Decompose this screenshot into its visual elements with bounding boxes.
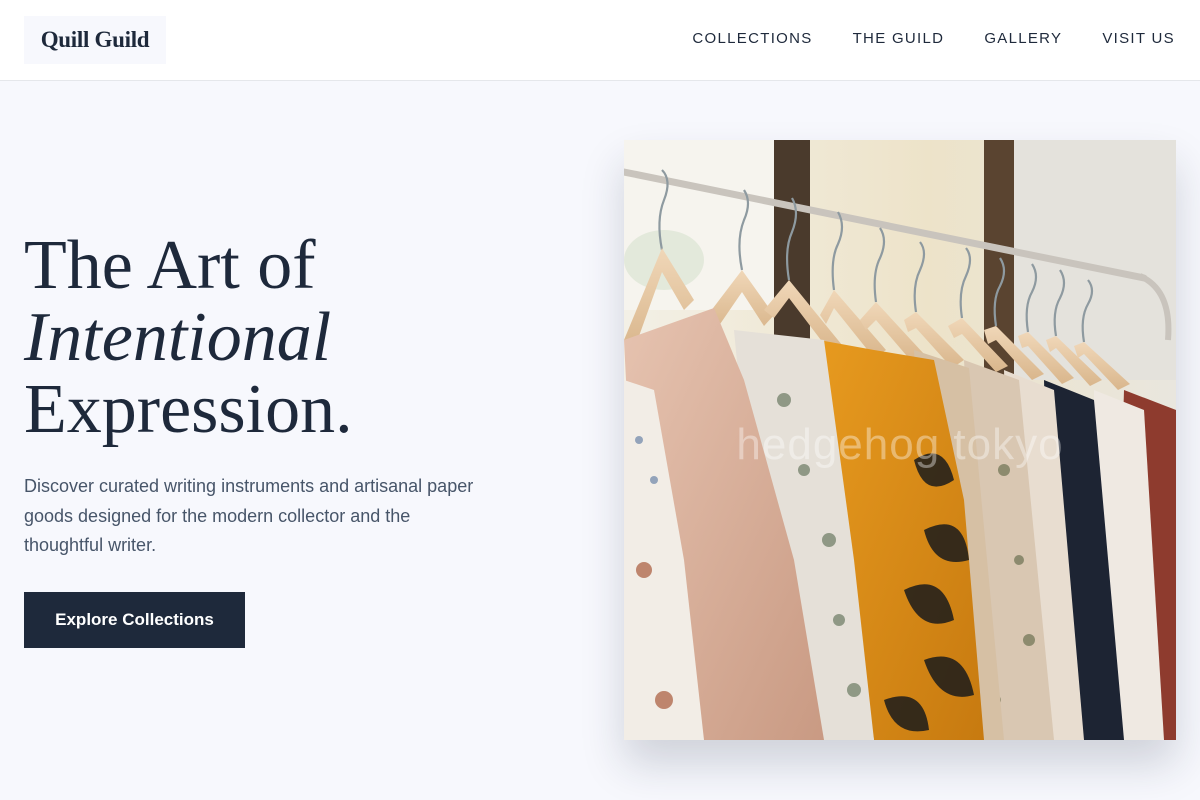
hero-title-line-1: The Art of — [24, 227, 316, 304]
hero-title: The Art of Intentional Expression. — [24, 230, 353, 446]
site-header: Quill Guild COLLECTIONS THE GUILD GALLER… — [0, 0, 1200, 81]
hero-title-line-3: Expression. — [24, 371, 353, 448]
nav-link-collections[interactable]: COLLECTIONS — [692, 30, 812, 47]
explore-collections-button[interactable]: Explore Collections — [24, 592, 245, 648]
hero-title-line-2: Intentional — [24, 299, 332, 376]
hero-description: Discover curated writing instruments and… — [24, 476, 474, 555]
image-watermark: hedgehog tokyo — [736, 420, 1064, 469]
hero-image: hedgehog tokyo — [624, 140, 1176, 740]
main-nav: COLLECTIONS THE GUILD GALLERY VISIT US — [692, 30, 1175, 47]
nav-link-visit-us[interactable]: VISIT US — [1102, 30, 1175, 47]
site-logo[interactable]: Quill Guild — [24, 16, 166, 64]
nav-link-gallery[interactable]: GALLERY — [984, 30, 1062, 47]
nav-link-the-guild[interactable]: THE GUILD — [853, 30, 945, 47]
